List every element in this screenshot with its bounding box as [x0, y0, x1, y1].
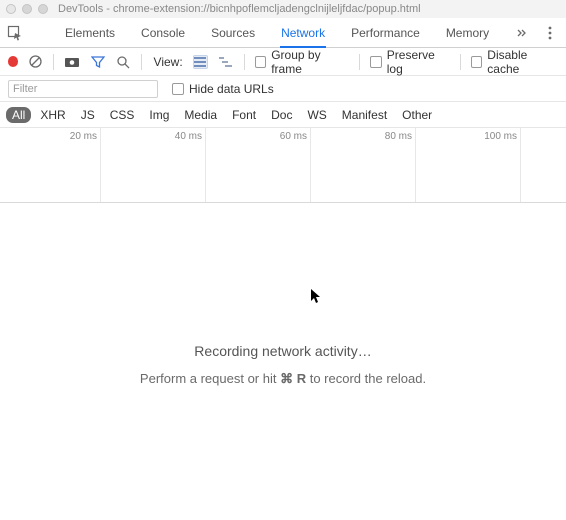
preserve-log-checkbox[interactable]: Preserve log — [370, 48, 450, 76]
empty-state-line1: Recording network activity… — [0, 343, 566, 359]
resource-type-filters: All XHR JS CSS Img Media Font Doc WS Man… — [0, 102, 566, 128]
tab-network[interactable]: Network — [268, 18, 338, 47]
empty-state-text: to record the reload. — [306, 371, 426, 386]
timeline-tick-label: 40 ms — [175, 131, 205, 142]
record-button[interactable] — [8, 56, 18, 67]
tab-elements[interactable]: Elements — [52, 18, 128, 47]
timeline-gridline — [310, 128, 311, 202]
toolbar-divider — [460, 54, 461, 70]
filter-input[interactable] — [8, 80, 158, 98]
view-waterfall-button[interactable] — [218, 55, 234, 69]
toolbar-divider — [141, 54, 142, 70]
timeline-gridline — [100, 128, 101, 202]
traffic-close[interactable] — [6, 4, 16, 14]
window-title: DevTools - chrome-extension://bicnhpofle… — [58, 3, 421, 15]
type-pill-font[interactable]: Font — [226, 107, 262, 123]
checkbox-box — [255, 56, 266, 68]
view-large-rows-button[interactable] — [193, 55, 208, 69]
checkbox-label: Disable cache — [487, 48, 558, 76]
disable-cache-checkbox[interactable]: Disable cache — [471, 48, 558, 76]
toolbar-divider — [53, 54, 54, 70]
network-toolbar: View: Group by frame Preserve log Disabl… — [0, 48, 566, 76]
type-pill-media[interactable]: Media — [178, 107, 223, 123]
traffic-minimize[interactable] — [22, 4, 32, 14]
toolbar-divider — [359, 54, 360, 70]
clear-button[interactable] — [28, 54, 43, 70]
group-by-frame-checkbox[interactable]: Group by frame — [255, 48, 350, 76]
empty-state-text: Perform a request or hit — [140, 371, 280, 386]
timeline-gridline — [205, 128, 206, 202]
checkbox-box — [471, 56, 482, 68]
filter-icon[interactable] — [90, 54, 105, 70]
window-traffic-lights — [6, 4, 48, 14]
network-requests-area: Recording network activity… Perform a re… — [0, 203, 566, 513]
mouse-cursor-icon — [310, 288, 322, 307]
checkbox-label: Group by frame — [271, 48, 349, 76]
screenshot-icon[interactable] — [64, 54, 80, 70]
checkbox-box — [172, 83, 184, 95]
view-label: View: — [154, 55, 183, 69]
timeline-tick-label: 100 ms — [484, 131, 520, 142]
type-pill-all[interactable]: All — [6, 107, 31, 123]
checkbox-box — [370, 56, 381, 68]
kebab-menu-icon[interactable] — [540, 23, 560, 43]
empty-state-message: Recording network activity… Perform a re… — [0, 343, 566, 387]
tab-sources[interactable]: Sources — [198, 18, 268, 47]
inspect-element-icon[interactable] — [6, 24, 24, 42]
tab-performance[interactable]: Performance — [338, 18, 433, 47]
traffic-zoom[interactable] — [38, 4, 48, 14]
hide-data-urls-checkbox[interactable]: Hide data URLs — [172, 82, 274, 96]
panel-tabs-row: Elements Console Sources Network Perform… — [0, 18, 566, 48]
timeline-gridline — [520, 128, 521, 202]
type-pill-js[interactable]: JS — [75, 107, 101, 123]
empty-state-line2: Perform a request or hit ⌘ R to record t… — [0, 371, 566, 387]
panel-tabs: Elements Console Sources Network Perform… — [52, 18, 502, 47]
type-pill-doc[interactable]: Doc — [265, 107, 298, 123]
timeline-tick-label: 80 ms — [385, 131, 415, 142]
window-titlebar: DevTools - chrome-extension://bicnhpofle… — [0, 0, 566, 18]
filter-row: Hide data URLs — [0, 76, 566, 102]
timeline-overview[interactable]: 20 ms 40 ms 60 ms 80 ms 100 ms — [0, 128, 566, 203]
tab-memory[interactable]: Memory — [433, 18, 502, 47]
tabs-overflow-button[interactable] — [512, 23, 532, 43]
checkbox-label: Preserve log — [387, 48, 450, 76]
type-pill-manifest[interactable]: Manifest — [336, 107, 393, 123]
timeline-tick-label: 20 ms — [70, 131, 100, 142]
tab-console[interactable]: Console — [128, 18, 198, 47]
search-icon[interactable] — [116, 54, 131, 70]
checkbox-label: Hide data URLs — [189, 82, 274, 96]
type-pill-other[interactable]: Other — [396, 107, 438, 123]
type-pill-img[interactable]: Img — [143, 107, 175, 123]
timeline-gridline — [415, 128, 416, 202]
type-pill-ws[interactable]: WS — [301, 107, 332, 123]
type-pill-xhr[interactable]: XHR — [34, 107, 71, 123]
type-pill-css[interactable]: CSS — [104, 107, 141, 123]
toolbar-divider — [244, 54, 245, 70]
timeline-tick-label: 60 ms — [280, 131, 310, 142]
shortcut-modifier: ⌘ — [280, 371, 293, 386]
shortcut-key: R — [297, 371, 306, 386]
